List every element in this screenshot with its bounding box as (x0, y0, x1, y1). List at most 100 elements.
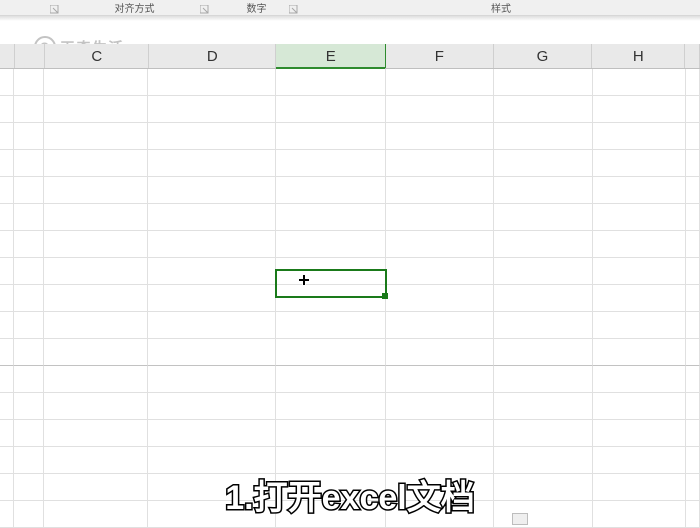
cell[interactable] (14, 177, 44, 204)
cell[interactable] (593, 177, 686, 204)
cell[interactable] (593, 123, 686, 150)
cell[interactable] (148, 150, 276, 177)
cell[interactable] (14, 69, 44, 96)
cell[interactable] (276, 420, 386, 447)
table-row[interactable] (0, 96, 700, 123)
table-row[interactable] (0, 177, 700, 204)
table-row[interactable] (0, 312, 700, 339)
cell[interactable] (593, 96, 686, 123)
cell[interactable] (44, 204, 148, 231)
cell[interactable] (494, 204, 593, 231)
cell[interactable] (494, 285, 593, 312)
cell[interactable] (14, 123, 44, 150)
cell[interactable] (0, 258, 14, 285)
column-headers[interactable]: C D E F G H (0, 44, 700, 69)
cell[interactable] (0, 177, 14, 204)
cell[interactable] (148, 177, 276, 204)
cell[interactable] (593, 366, 686, 393)
table-row[interactable] (0, 420, 700, 447)
cell[interactable] (148, 96, 276, 123)
cell[interactable] (44, 177, 148, 204)
cell[interactable] (276, 123, 386, 150)
cell[interactable] (14, 258, 44, 285)
cell[interactable] (148, 366, 276, 393)
cell[interactable] (593, 258, 686, 285)
table-row[interactable] (0, 123, 700, 150)
table-row[interactable] (0, 231, 700, 258)
cell[interactable] (494, 69, 593, 96)
cell[interactable] (686, 366, 700, 393)
cell[interactable] (14, 420, 44, 447)
cell[interactable] (686, 123, 700, 150)
cell[interactable] (276, 339, 386, 366)
column-header-selected[interactable]: E (276, 44, 386, 68)
cell[interactable] (494, 177, 593, 204)
cell[interactable] (14, 285, 44, 312)
cell[interactable] (276, 312, 386, 339)
cell[interactable] (593, 339, 686, 366)
column-header[interactable]: C (45, 44, 149, 68)
cell[interactable] (494, 366, 593, 393)
cell[interactable] (276, 393, 386, 420)
cell[interactable] (593, 69, 686, 96)
cell[interactable] (44, 312, 148, 339)
cell[interactable] (593, 204, 686, 231)
cell[interactable] (686, 420, 700, 447)
cell[interactable] (0, 123, 14, 150)
column-header[interactable] (15, 44, 46, 68)
column-header[interactable]: H (592, 44, 685, 68)
cell[interactable] (44, 69, 148, 96)
column-header[interactable] (0, 44, 15, 68)
table-row[interactable] (0, 339, 700, 366)
cell[interactable] (14, 96, 44, 123)
cell[interactable] (686, 393, 700, 420)
cell[interactable] (686, 339, 700, 366)
cell[interactable] (148, 393, 276, 420)
grid-rows[interactable] (0, 69, 700, 528)
cell[interactable] (386, 69, 494, 96)
column-header[interactable] (685, 44, 700, 68)
cell[interactable] (386, 420, 494, 447)
cell[interactable] (386, 285, 494, 312)
cell[interactable] (686, 285, 700, 312)
cell[interactable] (276, 150, 386, 177)
cell[interactable] (148, 258, 276, 285)
cell[interactable] (276, 69, 386, 96)
cell[interactable] (148, 231, 276, 258)
column-header[interactable]: D (149, 44, 276, 68)
cell[interactable] (386, 204, 494, 231)
cell[interactable] (494, 420, 593, 447)
cell[interactable] (386, 312, 494, 339)
cell[interactable] (0, 339, 14, 366)
cell[interactable] (494, 339, 593, 366)
cell[interactable] (386, 258, 494, 285)
cell[interactable] (14, 150, 44, 177)
cell[interactable] (148, 69, 276, 96)
cell[interactable] (276, 231, 386, 258)
table-row[interactable] (0, 285, 700, 312)
cell[interactable] (14, 339, 44, 366)
cell[interactable] (686, 96, 700, 123)
cell[interactable] (14, 393, 44, 420)
cell[interactable] (494, 96, 593, 123)
column-header[interactable]: F (386, 44, 494, 68)
cell[interactable] (686, 204, 700, 231)
dialog-launcher-icon[interactable] (289, 5, 298, 14)
cell[interactable] (593, 231, 686, 258)
cell[interactable] (276, 177, 386, 204)
cell[interactable] (276, 204, 386, 231)
cell[interactable] (494, 312, 593, 339)
cell[interactable] (386, 393, 494, 420)
cell[interactable] (44, 258, 148, 285)
cell[interactable] (0, 312, 14, 339)
cell[interactable] (0, 150, 14, 177)
cell[interactable] (593, 150, 686, 177)
cell[interactable] (148, 420, 276, 447)
cell[interactable] (148, 312, 276, 339)
cell[interactable] (44, 285, 148, 312)
column-header[interactable]: G (494, 44, 593, 68)
cell[interactable] (14, 231, 44, 258)
table-row[interactable] (0, 150, 700, 177)
cell[interactable] (44, 96, 148, 123)
dialog-launcher-icon[interactable] (200, 5, 209, 14)
